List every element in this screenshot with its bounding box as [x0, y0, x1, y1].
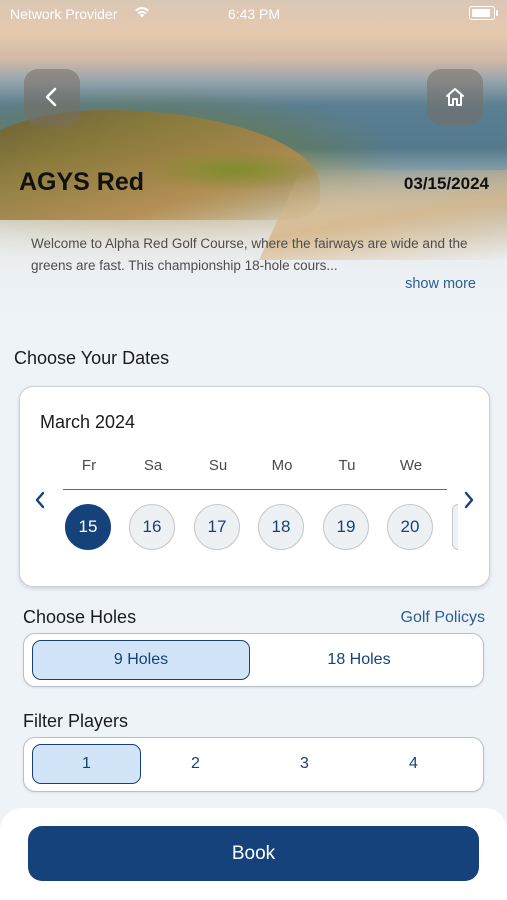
day-cell[interactable]: 20	[387, 504, 433, 550]
player-count-option[interactable]: 4	[359, 744, 468, 784]
day-cell[interactable]: 15	[65, 504, 111, 550]
players-section-title: Filter Players	[23, 711, 129, 731]
weekday-label: Su	[208, 457, 228, 474]
prev-week-button[interactable]	[34, 491, 46, 515]
battery-icon	[469, 6, 498, 20]
dates-section-title: Choose Your Dates	[14, 348, 170, 368]
status-bar: Network Provider 6:43 PM	[0, 0, 507, 28]
course-description: Welcome to Alpha Red Golf Course, where …	[31, 236, 468, 273]
golf-policy-link[interactable]: Golf Policys	[401, 609, 485, 627]
day-cell[interactable]: 19	[323, 504, 369, 550]
chevron-left-icon	[35, 491, 45, 509]
next-week-button[interactable]	[463, 491, 475, 515]
day-cell[interactable]: 17	[194, 504, 240, 550]
weekday-label: Sa	[143, 457, 163, 474]
chevron-left-icon	[45, 87, 57, 107]
chevron-right-icon	[464, 491, 474, 509]
day-cell[interactable]: 16	[129, 504, 175, 550]
weekday-label: Tu	[338, 457, 356, 474]
back-button[interactable]	[24, 69, 80, 125]
carrier-label: Network Provider	[10, 6, 118, 22]
calendar-divider	[63, 489, 447, 490]
clock: 6:43 PM	[227, 6, 281, 22]
weekday-label: We	[399, 457, 423, 474]
eighteen-holes-option[interactable]: 18 Holes	[250, 640, 468, 680]
day-cell[interactable]: 18	[258, 504, 304, 550]
player-count-option[interactable]: 2	[141, 744, 250, 784]
day-cell-partial	[452, 504, 458, 550]
book-button[interactable]: Book	[28, 826, 479, 881]
holes-section-title: Choose Holes	[23, 607, 137, 627]
bottom-action-bar: Book	[0, 808, 507, 900]
show-more-link[interactable]: show more	[405, 276, 476, 292]
weekday-label: Fr	[81, 457, 97, 474]
date-picker-card: March 2024 Fr Sa Su Mo Tu We 15 16 17 18…	[19, 386, 490, 587]
month-label: March 2024	[40, 412, 136, 432]
course-name: AGYS Red	[19, 168, 145, 196]
weekday-label: Mo	[271, 457, 293, 474]
nine-holes-option[interactable]: 9 Holes	[32, 640, 250, 680]
wifi-icon	[134, 6, 150, 21]
players-selector: 1 2 3 4	[23, 737, 484, 792]
player-count-option[interactable]: 3	[250, 744, 359, 784]
player-count-option[interactable]: 1	[32, 744, 141, 784]
selected-date: 03/15/2024	[403, 174, 489, 193]
home-icon	[446, 88, 464, 106]
home-button[interactable]	[427, 69, 483, 125]
holes-selector: 9 Holes 18 Holes	[23, 633, 484, 687]
